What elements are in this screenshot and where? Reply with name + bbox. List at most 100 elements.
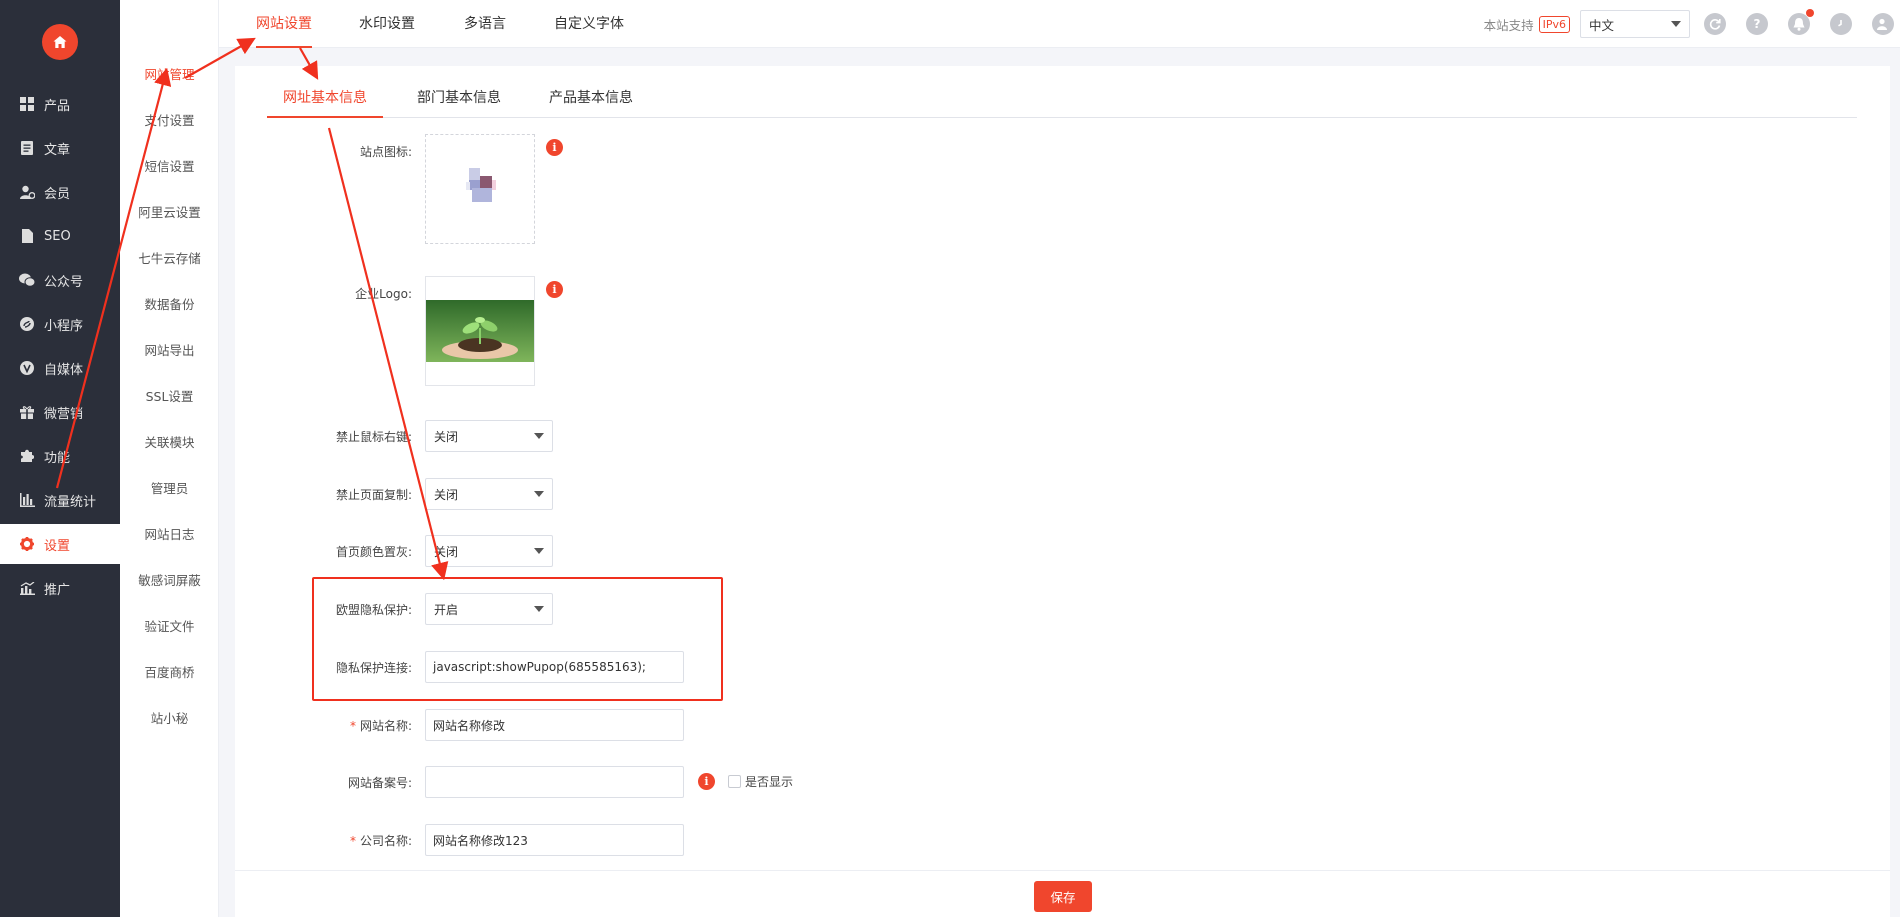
tab-url-basic-info[interactable]: 网址基本信息 <box>267 86 383 118</box>
tab-custom-font[interactable]: 自定义字体 <box>554 0 624 48</box>
user-settings-icon[interactable] <box>1872 13 1894 35</box>
footer-divider <box>235 870 1890 871</box>
disable-copy-label: 禁止页面复制: <box>335 488 412 502</box>
sidebar-item-self-media[interactable]: 自媒体 <box>0 348 120 388</box>
language-select[interactable]: 中文 <box>1580 10 1690 38</box>
chevron-down-icon <box>1671 21 1681 27</box>
icp-info-icon[interactable]: i <box>698 773 715 790</box>
bell-icon[interactable] <box>1788 9 1814 35</box>
notification-dot <box>1806 9 1814 17</box>
sidebar-item-label: 设置 <box>44 538 71 554</box>
chevron-down-icon <box>534 548 544 554</box>
sidebar-item-mini-program[interactable]: 小程序 <box>0 304 120 344</box>
sidebar-item-label: 小程序 <box>44 318 84 334</box>
sidebar-item-products[interactable]: 产品 <box>0 84 120 124</box>
settings-subnav: 网站管理 支付设置 短信设置 阿里云设置 七牛云存储 数据备份 网站导出 SSL… <box>120 0 219 917</box>
company-name-input[interactable]: 网站名称修改123 <box>425 824 684 856</box>
media-icon <box>19 360 35 376</box>
tab-multilanguage[interactable]: 多语言 <box>464 0 506 48</box>
required-mark: * <box>349 834 356 848</box>
show-icp-checkbox[interactable] <box>728 775 741 788</box>
subnav-item-ssl[interactable]: SSL设置 <box>120 386 219 405</box>
subnav-item-verify-file[interactable]: 验证文件 <box>120 616 219 635</box>
sidebar-item-seo[interactable]: SEO <box>0 216 120 256</box>
sidebar-item-articles[interactable]: 文章 <box>0 128 120 168</box>
subnav-item-site-management[interactable]: 网站管理 <box>120 64 219 83</box>
sidebar-item-label: 流量统计 <box>44 494 97 510</box>
gray-home-select[interactable]: 关闭 <box>425 535 553 567</box>
subnav-item-aliyun[interactable]: 阿里云设置 <box>120 202 219 221</box>
show-icp-checkbox-label: 是否显示 <box>745 775 794 789</box>
sidebar-item-settings[interactable]: 设置 <box>0 524 120 564</box>
sidebar-item-label: 会员 <box>44 186 71 202</box>
content-tabs: 网址基本信息 部门基本信息 产品基本信息 <box>267 86 1857 118</box>
support-text: 本站支持 <box>1483 17 1534 33</box>
subnav-item-logs[interactable]: 网站日志 <box>120 524 219 543</box>
document-icon <box>19 140 35 156</box>
wechat-icon <box>19 272 35 288</box>
subnav-item-baidu-bridge[interactable]: 百度商桥 <box>120 662 219 681</box>
seo-file-icon <box>19 228 35 244</box>
promote-chart-icon <box>19 580 35 596</box>
home-button[interactable] <box>42 24 78 60</box>
gear-icon <box>19 536 35 552</box>
annotation-highlight-box <box>312 577 723 701</box>
logo-upload[interactable] <box>425 276 535 386</box>
gray-home-label: 首页颜色置灰: <box>335 545 412 559</box>
language-value: 中文 <box>1589 17 1615 33</box>
tab-product-info[interactable]: 产品基本信息 <box>549 86 633 118</box>
company-name-label: * 公司名称: <box>312 832 412 849</box>
member-icon <box>19 184 35 200</box>
sidebar-item-wechat-official[interactable]: 公众号 <box>0 260 120 300</box>
tab-site-settings[interactable]: 网站设置 <box>256 0 312 48</box>
clock-icon[interactable] <box>1830 13 1852 35</box>
site-name-label: * 网站名称: <box>312 717 412 734</box>
subnav-item-payment[interactable]: 支付设置 <box>120 110 219 129</box>
select-value: 关闭 <box>434 544 459 559</box>
refresh-icon[interactable] <box>1704 13 1726 35</box>
tab-watermark[interactable]: 水印设置 <box>359 0 415 48</box>
disable-right-click-select[interactable]: 关闭 <box>425 420 553 452</box>
bar-chart-icon <box>19 492 35 508</box>
sidebar-item-label: 文章 <box>44 142 71 158</box>
sidebar-item-traffic-stats[interactable]: 流量统计 <box>0 480 120 520</box>
subnav-item-related-modules[interactable]: 关联模块 <box>120 432 219 451</box>
tab-department-info[interactable]: 部门基本信息 <box>417 86 501 118</box>
sidebar-item-label: 公众号 <box>44 274 84 290</box>
subnav-item-sms[interactable]: 短信设置 <box>120 156 219 175</box>
chevron-down-icon <box>534 433 544 439</box>
sidebar-item-label: 产品 <box>44 98 71 114</box>
sidebar-item-promotion[interactable]: 推广 <box>0 568 120 608</box>
icp-input[interactable] <box>425 766 684 798</box>
select-value: 关闭 <box>434 429 459 444</box>
home-icon <box>53 36 67 48</box>
company-name-label-text: 公司名称: <box>359 834 412 848</box>
save-button[interactable]: 保存 <box>1034 881 1092 912</box>
subnav-item-qiniu[interactable]: 七牛云存储 <box>120 248 219 267</box>
sidebar-item-members[interactable]: 会员 <box>0 172 120 212</box>
site-icon-upload[interactable] <box>425 134 535 244</box>
chevron-down-icon <box>534 491 544 497</box>
help-icon[interactable]: ? <box>1746 13 1768 35</box>
logo-info-icon[interactable]: i <box>546 281 563 298</box>
sidebar-item-features[interactable]: 功能 <box>0 436 120 476</box>
main-sidebar: 产品 文章 会员 SEO 公众号 小程序 自媒体 微营销 功能 流量统计 设置 <box>0 0 120 917</box>
mini-program-icon <box>19 316 35 332</box>
subnav-item-sensitive-words[interactable]: 敏感词屏蔽 <box>120 570 219 589</box>
site-name-input[interactable]: 网站名称修改 <box>425 709 684 741</box>
subnav-item-backup[interactable]: 数据备份 <box>120 294 219 313</box>
sidebar-item-label: 微营销 <box>44 406 84 422</box>
favicon-image <box>466 168 496 202</box>
subnav-item-admins[interactable]: 管理员 <box>120 478 219 497</box>
input-value: 网站名称修改123 <box>433 833 528 848</box>
sidebar-item-micro-marketing[interactable]: 微营销 <box>0 392 120 432</box>
site-icon-info-icon[interactable]: i <box>546 139 563 156</box>
subnav-item-site-assistant[interactable]: 站小秘 <box>120 708 219 727</box>
disable-copy-select[interactable]: 关闭 <box>425 478 553 510</box>
subnav-item-export[interactable]: 网站导出 <box>120 340 219 359</box>
site-name-label-text: 网站名称: <box>359 719 412 733</box>
puzzle-icon <box>19 448 35 464</box>
grid-icon <box>19 96 35 112</box>
sidebar-item-label: SEO <box>44 228 71 244</box>
sidebar-item-label: 自媒体 <box>44 362 84 378</box>
